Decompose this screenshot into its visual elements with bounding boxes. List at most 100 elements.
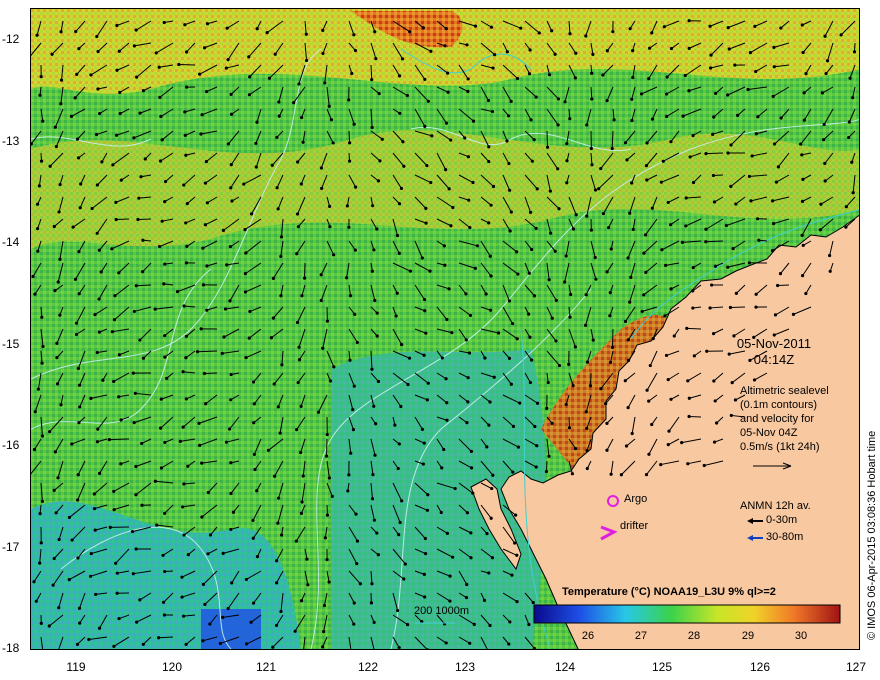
velocity-arrow-head — [92, 492, 96, 496]
velocity-arrow-head — [134, 464, 138, 469]
velocity-arrow-head — [52, 488, 56, 492]
velocity-arrow-head — [97, 330, 102, 334]
velocity-arrow-head — [440, 356, 444, 360]
velocity-arrow-head — [141, 642, 145, 646]
velocity-arrow-head — [684, 224, 688, 228]
velocity-arrow-head — [467, 351, 472, 355]
velocity-arrow-head — [778, 271, 783, 276]
velocity-arrow-head — [530, 159, 534, 163]
velocity-arrow-head — [624, 444, 629, 448]
velocity-arrow-head — [773, 313, 778, 317]
velocity-arrow-head — [183, 110, 187, 114]
velocity-arrow-head — [487, 159, 491, 164]
velocity-arrow-head — [296, 225, 300, 229]
velocity-arrow-head — [397, 646, 401, 649]
velocity-arrow-head — [56, 476, 60, 480]
velocity-arrow-head — [75, 642, 80, 646]
velocity-arrow-head — [488, 400, 492, 404]
velocity-arrow-head — [94, 592, 98, 597]
velocity-arrow-head — [421, 462, 425, 466]
velocity-arrow-head — [567, 426, 572, 430]
velocity-arrow-head — [115, 23, 119, 28]
velocity-arrow-head — [352, 33, 356, 37]
velocity-arrow-head — [585, 123, 589, 127]
velocity-arrow-head — [114, 217, 118, 222]
velocity-arrow-head — [465, 582, 469, 587]
velocity-arrow-head — [39, 159, 44, 163]
velocity-arrow-head — [100, 160, 104, 164]
velocity-arrow-head — [319, 166, 324, 170]
velocity-arrow-head — [218, 641, 222, 646]
velocity-arrow-head — [515, 599, 519, 604]
velocity-arrow-head — [423, 595, 427, 599]
velocity-arrow-head — [556, 123, 560, 127]
velocity-arrow-head — [163, 355, 167, 359]
velocity-arrow-head — [505, 50, 509, 54]
velocity-arrow-head — [640, 309, 644, 313]
velocity-arrow-head — [644, 270, 648, 274]
velocity-arrow-head — [570, 472, 574, 476]
velocity-arrow-head — [628, 300, 632, 304]
velocity-arrow — [109, 438, 130, 441]
velocity-arrow-head — [571, 227, 576, 231]
velocity-arrow-head — [162, 282, 166, 286]
velocity-arrow-head — [466, 155, 471, 159]
velocity-arrow-head — [354, 185, 358, 189]
colorbar-tick-label: 30 — [794, 630, 808, 642]
velocity-arrow — [116, 218, 130, 221]
velocity-arrow-head — [599, 166, 603, 171]
velocity-arrow-head — [220, 351, 224, 356]
velocity-arrow-head — [230, 199, 234, 203]
velocity-arrow-head — [79, 182, 83, 186]
velocity-arrow-head — [299, 182, 303, 186]
velocity-arrow-head — [229, 491, 233, 496]
velocity-arrow-head — [527, 271, 531, 275]
velocity-arrow-head — [399, 186, 404, 191]
velocity-arrow-head — [351, 428, 356, 432]
velocity-arrow-head — [639, 92, 644, 96]
velocity-arrow-head — [59, 78, 64, 82]
velocity-arrow-head — [659, 180, 663, 184]
velocity-arrow-head — [757, 238, 761, 242]
velocity-arrow-head — [31, 274, 35, 279]
velocity-arrow-head — [252, 452, 256, 456]
velocity-arrow-head — [327, 580, 331, 584]
velocity-arrow-head — [752, 378, 757, 382]
velocity-arrow-head — [802, 118, 806, 122]
velocity-arrow-head — [583, 323, 588, 327]
velocity-arrow-head — [274, 623, 279, 628]
velocity-arrow-head — [642, 251, 646, 255]
velocity-arrow-head — [115, 591, 119, 595]
velocity-arrow-head — [348, 294, 353, 298]
velocity-arrow-head — [708, 306, 712, 310]
velocity-arrow-head — [393, 423, 397, 427]
velocity-arrow-head — [50, 52, 54, 56]
velocity-arrow-head — [507, 161, 511, 166]
velocity-arrow-head — [40, 315, 44, 319]
velocity-arrow-head — [507, 299, 511, 303]
velocity-arrow-head — [198, 443, 202, 447]
colorbar-tick-label: 28 — [687, 630, 701, 642]
velocity-arrow-head — [41, 119, 45, 123]
velocity-arrow-head — [163, 569, 167, 574]
velocity-arrow-head — [565, 159, 569, 163]
velocity-arrow-head — [157, 636, 161, 640]
anmn-legend-title: ANMN 12h av. — [740, 500, 811, 512]
velocity-arrow-head — [727, 47, 731, 51]
velocity-arrow-head — [117, 395, 121, 399]
velocity-arrow-head — [57, 606, 61, 610]
velocity-arrow-head — [229, 398, 233, 402]
velocity-arrow-head — [293, 629, 297, 633]
velocity-arrow-head — [687, 414, 691, 419]
velocity-arrow-head — [449, 224, 453, 228]
velocity-arrow-head — [95, 231, 99, 235]
velocity-arrow-head — [424, 331, 428, 335]
velocity-arrow-head — [585, 214, 589, 218]
isobath-legend-label: 200 1000m — [414, 605, 470, 617]
velocity-arrow-head — [669, 46, 674, 51]
velocity-arrow-head — [304, 58, 309, 63]
velocity-arrow-head — [221, 228, 225, 232]
velocity-arrow-head — [353, 48, 358, 53]
velocity-arrow — [204, 372, 218, 375]
velocity-arrow-head — [39, 621, 43, 625]
